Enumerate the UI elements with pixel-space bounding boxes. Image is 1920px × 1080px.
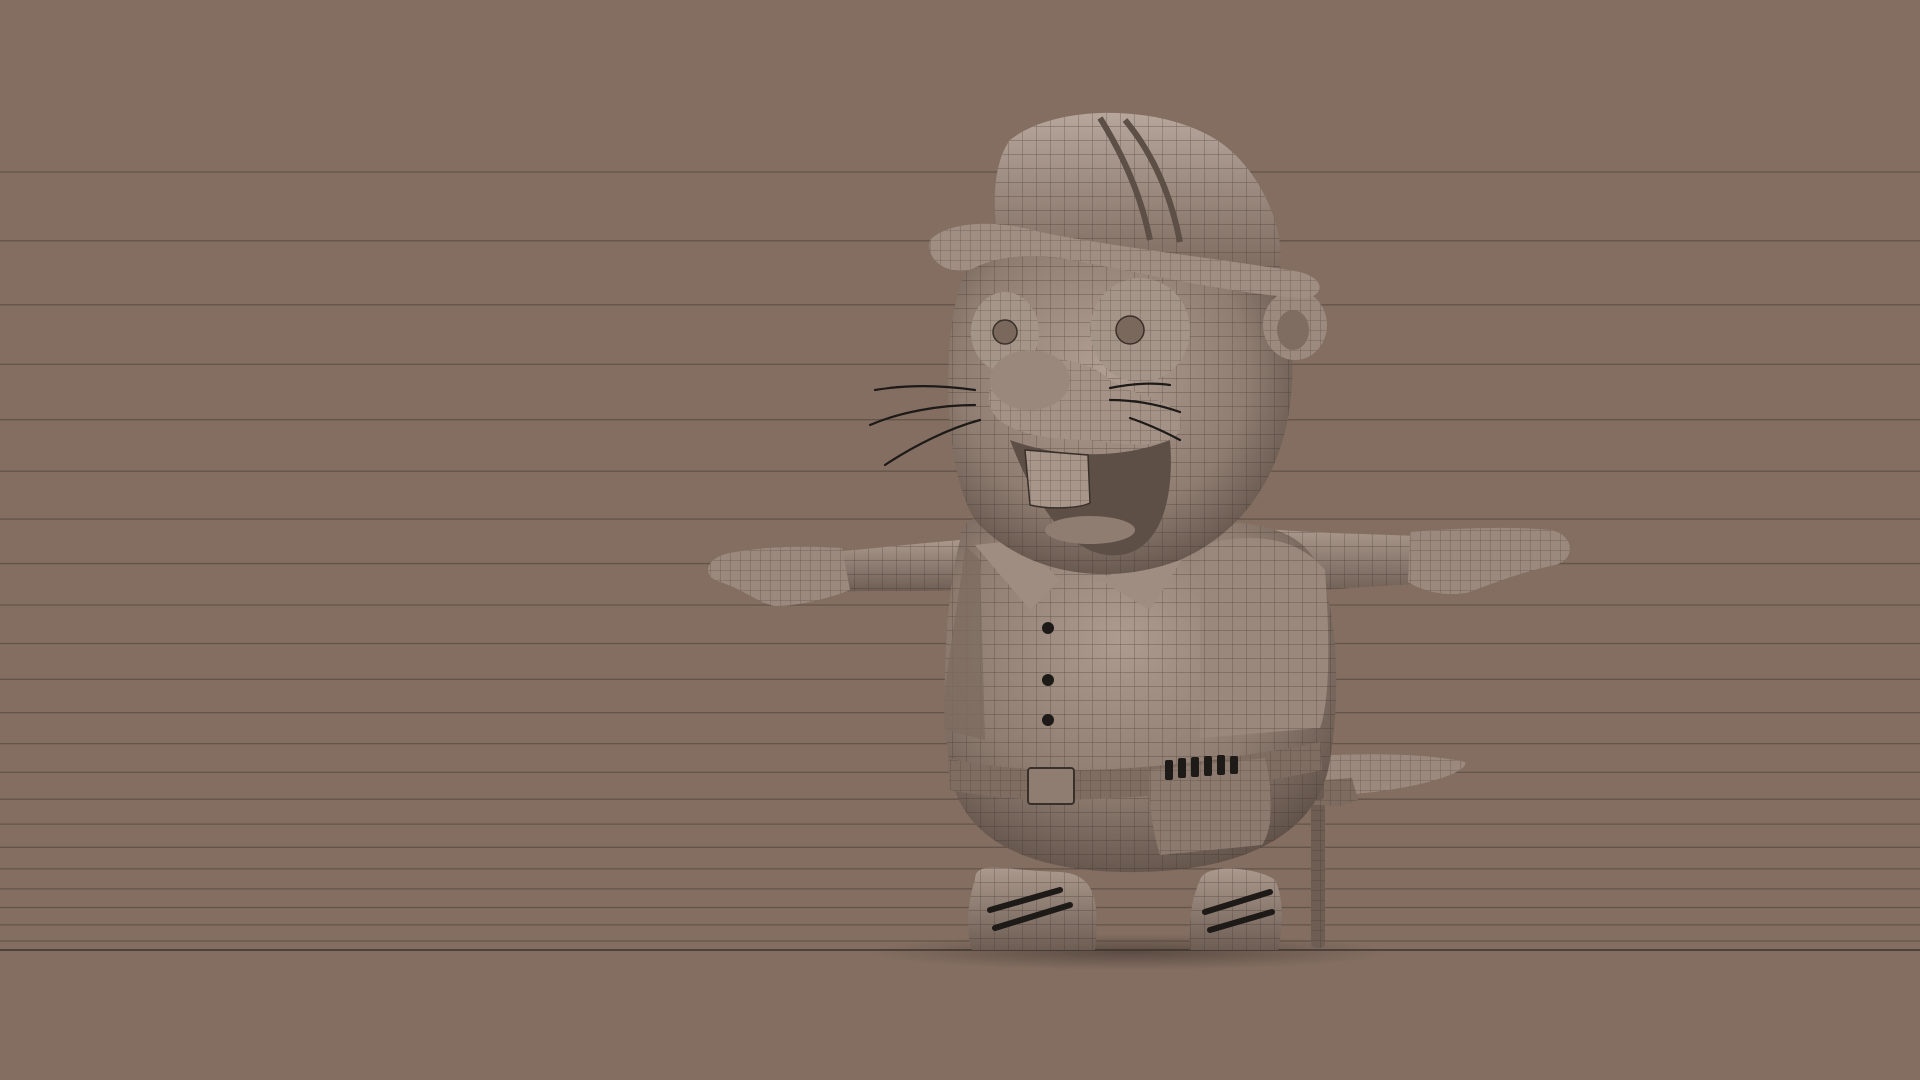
right-shoe bbox=[1189, 868, 1282, 950]
left-arm bbox=[708, 540, 960, 606]
tool-pouch bbox=[1149, 755, 1272, 855]
viewport-render bbox=[0, 112, 1920, 970]
beaver-ear bbox=[1263, 290, 1327, 360]
left-shoe bbox=[968, 867, 1097, 950]
